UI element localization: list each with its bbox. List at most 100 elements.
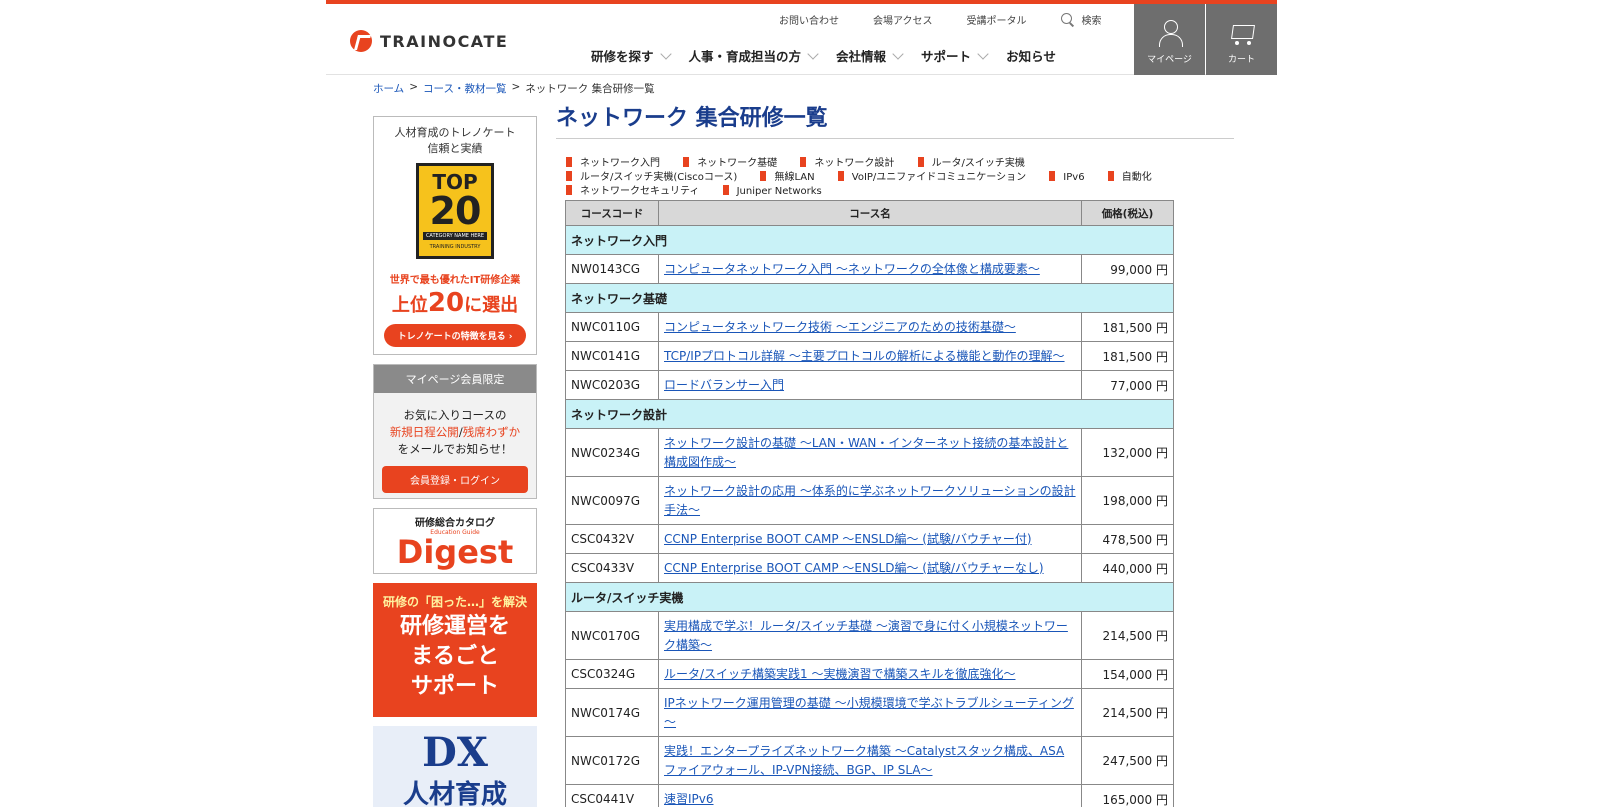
table-row: NWC0110G コンピュータネットワーク技術 ～エンジニアのための技術基礎～ 18… (565, 312, 1174, 342)
category-link[interactable]: Juniper Networks (723, 186, 822, 197)
cart-label: カート (1227, 55, 1255, 65)
category-link[interactable]: ネットワーク設計 (800, 158, 894, 169)
course-price: 214,500 円 (1081, 611, 1174, 660)
headline-pre: 上位 (391, 295, 428, 316)
course-table-body: ネットワーク入門 NW0143CG コンピュータネットワーク入門 ～ネットワークの全… (565, 225, 1174, 807)
course-name-cell: ネットワーク設計の基礎 ～LAN・WAN・インターネット接続の基本設計と構成図作… (658, 428, 1082, 477)
course-price: 154,000 円 (1081, 659, 1174, 689)
breadcrumb-home[interactable]: ホーム (373, 81, 404, 96)
course-link[interactable]: 速習IPv6 (664, 792, 714, 806)
course-price: 198,000 円 (1081, 476, 1174, 525)
course-code: CSC0441V (565, 784, 659, 807)
course-code: CSC0324G (565, 659, 659, 689)
category-row: ルータ/スイッチ実機 (565, 582, 1174, 612)
category-link[interactable]: 無線LAN (760, 172, 814, 183)
course-name-cell: 速習IPv6 (658, 784, 1082, 807)
util-link-access[interactable]: 会場アクセス (873, 12, 933, 27)
nav-item-company[interactable]: 会社情報 (836, 46, 904, 65)
chevron-down-icon (659, 47, 672, 60)
register-login-button[interactable]: 会員登録・ログイン (382, 466, 528, 493)
top20-banner[interactable]: 人材育成のトレノケート 信頼と実績 TOP 20 CATEGORY NAME H… (373, 116, 537, 355)
course-link[interactable]: ロードバランサー入門 (664, 378, 784, 392)
course-link[interactable]: 実用構成で学ぶ！ルータ/スイッチ基礎 ～演習で身に付く小規模ネットワーク構築～ (664, 619, 1068, 652)
main-nav: 研修を探す 人事・育成担当の方 会社情報 サポート お知らせ (591, 46, 1075, 65)
course-code: NWC0170G (565, 611, 659, 660)
support-line2: まるごと (410, 644, 499, 669)
search-button[interactable]: 検索 (1060, 12, 1102, 27)
utility-nav: お問い合わせ 会場アクセス 受講ポータル 検索 (779, 12, 1102, 27)
category-link[interactable]: IPv6 (1049, 172, 1084, 183)
digest-sub: 研修総合カタログ (415, 518, 495, 529)
features-button[interactable]: トレノケートの特徴を見る › (383, 324, 527, 347)
nav-item-hr[interactable]: 人事・育成担当の方 (688, 46, 819, 65)
nav-label: 会社情報 (836, 49, 887, 64)
support-banner[interactable]: 研修の「困った…」を解決 研修運営を まるごと サポート (373, 583, 537, 717)
course-code: NWC0110G (565, 312, 659, 342)
course-link[interactable]: コンピュータネットワーク入門 ～ネットワークの全体像と構成要素～ (664, 262, 1040, 276)
course-name-cell: TCP/IPプロトコル詳解 ～主要プロトコルの解析による機能と動作の理解～ (658, 341, 1082, 371)
header-course-name: コース名 (658, 200, 1082, 226)
badge-category: CATEGORY NAME HERE (422, 232, 488, 240)
util-link-portal[interactable]: 受講ポータル (967, 12, 1027, 27)
nav-item-support[interactable]: サポート (921, 46, 989, 65)
digest-banner[interactable]: 研修総合カタログ Education Guide Digest (373, 508, 537, 574)
course-price: 77,000 円 (1081, 370, 1174, 400)
course-link[interactable]: ネットワーク設計の応用 ～体系的に学ぶネットワークソリューションの設計手法～ (664, 484, 1076, 517)
table-row: NWC0234G ネットワーク設計の基礎 ～LAN・WAN・インターネット接続の基… (565, 428, 1174, 477)
table-row: CSC0433V CCNP Enterprise BOOT CAMP ～ENSLD… (565, 553, 1174, 583)
member-line1: お気に入りコースの (403, 408, 507, 422)
nav-item-find-training[interactable]: 研修を探す (591, 46, 672, 65)
course-link[interactable]: IPネットワーク運用管理の基礎 ～小規模環境で学ぶトラブルシューティング～ (664, 696, 1074, 729)
mypage-label: マイページ (1147, 55, 1192, 65)
category-link[interactable]: ネットワークセキュリティ (566, 186, 699, 197)
course-link[interactable]: CCNP Enterprise BOOT CAMP ～ENSLD編～ (試験/バ… (664, 561, 1044, 575)
member-line2c: 残席わずか (462, 425, 521, 439)
breadcrumb: ホーム > コース・教材一覧 > ネットワーク 集合研修一覧 (373, 81, 655, 96)
cart-button[interactable]: カート (1206, 4, 1277, 75)
dx-banner[interactable]: DX 人材育成 (373, 726, 537, 807)
course-code: CSC0433V (565, 553, 659, 583)
breadcrumb-separator: > (511, 81, 521, 93)
course-price: 214,500 円 (1081, 688, 1174, 737)
site-logo[interactable]: TRAINOCATE (350, 30, 508, 52)
course-link[interactable]: CCNP Enterprise BOOT CAMP ～ENSLD編～ (試験/バ… (664, 532, 1032, 546)
course-link[interactable]: ルータ/スイッチ構築実践1 ～実機演習で構築スキルを徹底強化～ (664, 667, 1016, 681)
table-row: NWC0203G ロードバランサー入門 77,000 円 (565, 370, 1174, 400)
table-row: NWC0170G 実用構成で学ぶ！ルータ/スイッチ基礎 ～演習で身に付く小規模ネッ… (565, 611, 1174, 660)
top20-badge: TOP 20 CATEGORY NAME HERE TRAINING INDUS… (416, 163, 494, 259)
course-link[interactable]: コンピュータネットワーク技術 ～エンジニアのための技術基礎～ (664, 320, 1016, 334)
category-link[interactable]: ルータ/スイッチ実機(Ciscoコース) (566, 172, 737, 183)
course-code: NWC0172G (565, 736, 659, 785)
category-link[interactable]: 自動化 (1108, 172, 1152, 183)
course-link[interactable]: TCP/IPプロトコル詳解 ～主要プロトコルの解析による機能と動作の理解～ (664, 349, 1065, 363)
category-link[interactable]: VoIP/ユニファイドコミュニケーション (838, 172, 1026, 183)
category-link[interactable]: ネットワーク入門 (566, 158, 660, 169)
member-banner[interactable]: マイページ会員限定 お気に入りコースの 新規日程公開/残席わずか をメールでお知… (373, 364, 537, 499)
table-row: CSC0324G ルータ/スイッチ構築実践1 ～実機演習で構築スキルを徹底強化～ 1… (565, 659, 1174, 689)
member-banner-body: お気に入りコースの 新規日程公開/残席わずか をメールでお知らせ！ (390, 407, 520, 458)
chevron-down-icon (892, 47, 904, 60)
nav-label: 人事・育成担当の方 (688, 49, 802, 64)
nav-label: サポート (921, 49, 972, 64)
search-label: 検索 (1081, 16, 1102, 27)
cart-icon (1229, 22, 1255, 46)
main-content: ネットワーク 集合研修一覧 ネットワーク入門 ネットワーク基礎 ネットワーク設計… (556, 100, 1234, 807)
table-row: NWC0174G IPネットワーク運用管理の基礎 ～小規模環境で学ぶトラブルシュー… (565, 688, 1174, 737)
digest-main: Digest (396, 533, 514, 571)
category-heading: ネットワーク設計 (565, 399, 1174, 429)
header-course-code: コースコード (565, 200, 659, 226)
nav-item-news[interactable]: お知らせ (1006, 46, 1056, 65)
dx-sub: 人材育成 (402, 780, 507, 807)
breadcrumb-courses[interactable]: コース・教材一覧 (423, 81, 506, 96)
course-link[interactable]: ネットワーク設計の基礎 ～LAN・WAN・インターネット接続の基本設計と構成図作… (664, 436, 1068, 469)
member-line2a: 新規日程公開 (389, 425, 459, 439)
course-name-cell: ルータ/スイッチ構築実践1 ～実機演習で構築スキルを徹底強化～ (658, 659, 1082, 689)
table-row: CSC0432V CCNP Enterprise BOOT CAMP ～ENSLD… (565, 524, 1174, 554)
course-link[interactable]: 実践！エンタープライズネットワーク構築 ～Catalystスタック構成、ASAフ… (664, 744, 1064, 777)
mypage-button[interactable]: マイページ (1134, 4, 1205, 75)
util-link-contact[interactable]: お問い合わせ (779, 12, 839, 27)
category-link[interactable]: ネットワーク基礎 (683, 158, 777, 169)
course-name-cell: IPネットワーク運用管理の基礎 ～小規模環境で学ぶトラブルシューティング～ (658, 688, 1082, 737)
category-link[interactable]: ルータ/スイッチ実機 (918, 158, 1025, 169)
table-row: CSC0441V 速習IPv6 165,000 円 (565, 784, 1174, 807)
